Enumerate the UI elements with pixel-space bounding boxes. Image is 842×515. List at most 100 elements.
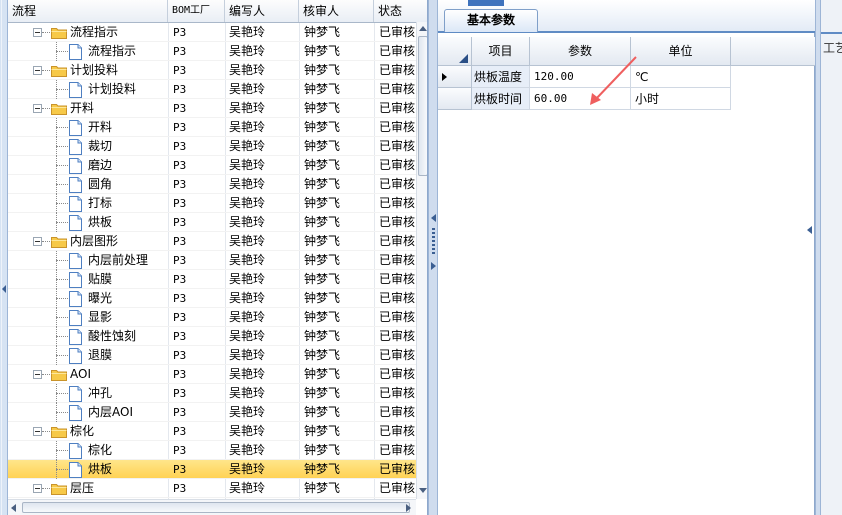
document-icon	[69, 196, 82, 212]
document-icon	[69, 139, 82, 155]
tree-row[interactable]: 圆角 P3 吴艳玲 钟梦飞 已审核	[8, 175, 416, 194]
tree-row[interactable]: 内层AOI P3 吴艳玲 钟梦飞 已审核	[8, 403, 416, 422]
tree-row[interactable]: 流程指示 P3 吴艳玲 钟梦飞 已审核	[8, 42, 416, 61]
tree-node-label: 打标	[88, 196, 113, 210]
folder-icon	[51, 66, 67, 77]
reviewer-cell: 钟梦飞	[304, 158, 341, 172]
tree-row[interactable]: 贴膜 P3 吴艳玲 钟梦飞 已审核	[8, 270, 416, 289]
tree-row[interactable]: 打标 P3 吴艳玲 钟梦飞 已审核	[8, 194, 416, 213]
reviewer-cell: 钟梦飞	[304, 348, 341, 362]
panel-splitter[interactable]	[428, 0, 438, 515]
tree-node-label: 计划投料	[70, 63, 119, 77]
bom-factory-cell: P3	[173, 425, 187, 438]
tree-row[interactable]: 计划投料 P3 吴艳玲 钟梦飞 已审核	[8, 61, 416, 80]
column-header-status[interactable]: 状态	[374, 0, 427, 22]
horizontal-scroll-thumb[interactable]	[22, 502, 410, 513]
collapse-node-icon[interactable]	[33, 370, 42, 379]
bom-factory-cell: P3	[173, 178, 187, 191]
document-icon	[69, 386, 82, 402]
tree-row[interactable]: 内层图形 P3 吴艳玲 钟梦飞 已审核	[8, 232, 416, 251]
bom-factory-cell: P3	[173, 311, 187, 324]
reviewer-cell: 钟梦飞	[304, 329, 341, 343]
bom-factory-cell: P3	[173, 26, 187, 39]
tree-horizontal-scrollbar[interactable]	[8, 499, 416, 515]
tree-node-label: 内层AOI	[88, 405, 133, 419]
collapse-node-icon[interactable]	[33, 427, 42, 436]
status-cell: 已审核	[379, 234, 416, 248]
writer-cell: 吴艳玲	[229, 291, 266, 305]
bom-factory-cell: P3	[173, 64, 187, 77]
scroll-right-icon[interactable]	[406, 504, 411, 512]
vertical-scroll-thumb[interactable]	[418, 36, 427, 176]
status-cell: 已审核	[379, 291, 416, 305]
collapse-node-icon[interactable]	[33, 237, 42, 246]
collapse-tree-icon[interactable]	[431, 214, 436, 222]
column-header-reviewer[interactable]: 核审人	[299, 0, 374, 22]
tree-row[interactable]: 冲孔 P3 吴艳玲 钟梦飞 已审核	[8, 384, 416, 403]
reviewer-cell: 钟梦飞	[304, 481, 341, 495]
tree-node-label: 内层前处理	[88, 253, 149, 267]
scroll-left-icon[interactable]	[11, 504, 16, 512]
tree-row[interactable]: 计划投料 P3 吴艳玲 钟梦飞 已审核	[8, 80, 416, 99]
writer-cell: 吴艳玲	[229, 348, 266, 362]
document-icon	[69, 82, 82, 98]
status-cell: 已审核	[379, 405, 416, 419]
tree-row[interactable]: 开料 P3 吴艳玲 钟梦飞 已审核	[8, 118, 416, 137]
tree-row[interactable]: 内层前处理 P3 吴艳玲 钟梦飞 已审核	[8, 251, 416, 270]
reviewer-cell: 钟梦飞	[304, 367, 341, 381]
tree-row[interactable]: AOI P3 吴艳玲 钟梦飞 已审核	[8, 365, 416, 384]
collapse-left-icon[interactable]	[2, 285, 6, 293]
left-collapse-bar[interactable]	[0, 0, 8, 515]
writer-cell: 吴艳玲	[229, 120, 266, 134]
status-cell: 已审核	[379, 63, 416, 77]
writer-cell: 吴艳玲	[229, 177, 266, 191]
tree-row[interactable]: 棕化 P3 吴艳玲 钟梦飞 已审核	[8, 441, 416, 460]
reviewer-cell: 钟梦飞	[304, 253, 341, 267]
tree-node-label: 圆角	[88, 177, 113, 191]
tree-row[interactable]: 退膜 P3 吴艳玲 钟梦飞 已审核	[8, 346, 416, 365]
writer-cell: 吴艳玲	[229, 158, 266, 172]
tree-row[interactable]: 磨边 P3 吴艳玲 钟梦飞 已审核	[8, 156, 416, 175]
tree-row[interactable]: 烘板 P3 吴艳玲 钟梦飞 已审核	[8, 460, 416, 479]
tree-row[interactable]: 酸性蚀刻 P3 吴艳玲 钟梦飞 已审核	[8, 327, 416, 346]
tree-node-label: 烘板	[88, 462, 113, 476]
scroll-down-icon[interactable]	[419, 488, 427, 493]
writer-cell: 吴艳玲	[229, 196, 266, 210]
collapse-node-icon[interactable]	[33, 104, 42, 113]
tree-row[interactable]: 流程指示 P3 吴艳玲 钟梦飞 已审核	[8, 23, 416, 42]
reviewer-cell: 钟梦飞	[304, 215, 341, 229]
collapse-right-icon[interactable]	[807, 226, 812, 234]
bom-factory-cell: P3	[173, 159, 187, 172]
reviewer-cell: 钟梦飞	[304, 82, 341, 96]
expand-right-icon[interactable]	[431, 262, 436, 270]
tree-node-label: 流程指示	[88, 44, 137, 58]
collapse-node-icon[interactable]	[33, 28, 42, 37]
tree-row[interactable]: 烘板 P3 吴艳玲 钟梦飞 已审核	[8, 213, 416, 232]
document-icon	[69, 405, 82, 421]
writer-cell: 吴艳玲	[229, 82, 266, 96]
scroll-up-icon[interactable]	[419, 26, 427, 31]
tree-row[interactable]: 曝光 P3 吴艳玲 钟梦飞 已审核	[8, 289, 416, 308]
bom-factory-cell: P3	[173, 216, 187, 229]
bom-factory-cell: P3	[173, 349, 187, 362]
bom-factory-cell: P3	[173, 406, 187, 419]
tree-row[interactable]: 开料 P3 吴艳玲 钟梦飞 已审核	[8, 99, 416, 118]
tree-vertical-scrollbar[interactable]	[416, 22, 427, 499]
tree-row[interactable]: 显影 P3 吴艳玲 钟梦飞 已审核	[8, 308, 416, 327]
tree-row[interactable]: 裁切 P3 吴艳玲 钟梦飞 已审核	[8, 137, 416, 156]
tree-node-label: 退膜	[88, 348, 113, 362]
status-cell: 已审核	[379, 462, 416, 476]
reviewer-cell: 钟梦飞	[304, 25, 341, 39]
column-header-flow[interactable]: 流程	[8, 0, 168, 22]
collapse-node-icon[interactable]	[33, 484, 42, 493]
tree-row[interactable]: 棕化 P3 吴艳玲 钟梦飞 已审核	[8, 422, 416, 441]
status-cell: 已审核	[379, 25, 416, 39]
collapse-node-icon[interactable]	[33, 66, 42, 75]
reviewer-cell: 钟梦飞	[304, 386, 341, 400]
column-header-bom-factory[interactable]: BOM工厂	[168, 0, 225, 22]
tree-rows: 流程指示 P3 吴艳玲 钟梦飞 已审核 流程指示 P3 吴艳玲 钟梦飞 已审核 计划投料 P3 吴艳玲钟…	[8, 23, 416, 499]
tab-process[interactable]: 工艺	[821, 38, 842, 58]
status-cell: 已审核	[379, 253, 416, 267]
column-header-writer[interactable]: 编写人	[225, 0, 299, 22]
tree-row[interactable]: 层压 P3 吴艳玲 钟梦飞 已审核	[8, 479, 416, 498]
